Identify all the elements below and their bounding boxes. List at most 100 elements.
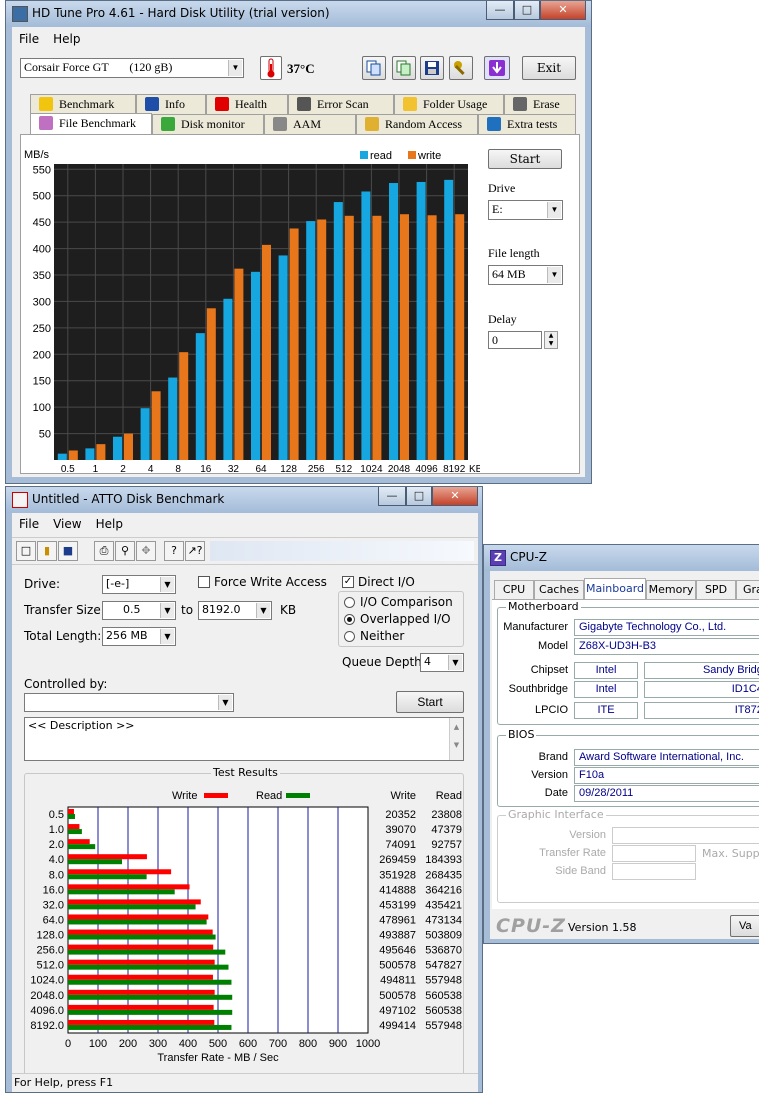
total-length-select[interactable]: 256 MB ▼ bbox=[102, 627, 176, 646]
lpcio-vendor: ITE bbox=[574, 702, 638, 719]
cpuz-tab-memory[interactable]: Memory bbox=[646, 580, 696, 599]
validate-button[interactable]: Va bbox=[730, 915, 759, 937]
drive-select[interactable]: [-e-] ▼ bbox=[102, 575, 176, 594]
disk-select[interactable]: Corsair Force GT (120 gB) ▼ bbox=[20, 58, 244, 78]
file-length-select[interactable]: 64 MB ▼ bbox=[488, 265, 563, 285]
minimize-button[interactable]: — bbox=[486, 1, 514, 20]
bar-read bbox=[416, 181, 426, 460]
bar-write bbox=[68, 914, 209, 920]
tab-extra-tests[interactable]: Extra tests bbox=[478, 114, 576, 134]
read-value: 473134 bbox=[425, 914, 462, 926]
read-value: 435421 bbox=[425, 899, 462, 911]
chevron-down-icon: ▼ bbox=[448, 655, 462, 670]
direct-io-checkbox[interactable]: ✓ bbox=[342, 576, 354, 588]
menu-help[interactable]: Help bbox=[89, 515, 130, 533]
kb-label: KB bbox=[280, 603, 297, 617]
new-file-icon[interactable]: □ bbox=[16, 541, 36, 561]
hdtune-titlebar[interactable]: HD Tune Pro 4.61 - Hard Disk Utility (tr… bbox=[6, 1, 591, 27]
tab-file-benchmark[interactable]: File Benchmark bbox=[30, 113, 152, 135]
exit-button[interactable]: Exit bbox=[522, 56, 576, 80]
tab-label: Benchmark bbox=[59, 97, 115, 111]
controlled-by-select[interactable]: ▼ bbox=[24, 693, 234, 712]
y-tick-label: 150 bbox=[33, 376, 51, 388]
total-length-label: Total Length: bbox=[24, 629, 102, 643]
context-help-icon[interactable]: ↗? bbox=[185, 541, 205, 561]
status-bar: For Help, press F1 bbox=[12, 1073, 478, 1091]
start-button[interactable]: Start bbox=[396, 691, 464, 713]
copy-screenshot-button[interactable] bbox=[392, 56, 416, 80]
delay-spinner[interactable]: ▲ ▼ bbox=[544, 331, 558, 349]
cpuz-tab-spd[interactable]: SPD bbox=[696, 580, 736, 599]
neither-radio[interactable] bbox=[344, 631, 355, 642]
io-comparison-radio[interactable] bbox=[344, 597, 355, 608]
bar-write bbox=[68, 884, 190, 890]
save-icon[interactable]: ■ bbox=[58, 541, 78, 561]
cpuz-tab-cpu[interactable]: CPU bbox=[494, 580, 534, 599]
cpuz-titlebar[interactable]: Z CPU-Z bbox=[484, 545, 759, 571]
tab-aam[interactable]: AAM bbox=[264, 114, 356, 134]
start-button[interactable]: Start bbox=[488, 149, 562, 169]
menu-view[interactable]: View bbox=[46, 515, 88, 533]
open-folder-icon[interactable]: ▮ bbox=[37, 541, 57, 561]
transfer-to-value: 8192.0 bbox=[202, 603, 241, 616]
cpuz-tab-mainboard[interactable]: Mainboard bbox=[584, 578, 646, 600]
menu-help[interactable]: Help bbox=[46, 30, 87, 48]
help-icon[interactable]: ? bbox=[164, 541, 184, 561]
print-preview-icon[interactable]: ⚲ bbox=[115, 541, 135, 561]
move-icon[interactable]: ✥ bbox=[136, 541, 156, 561]
drive-select[interactable]: E: ▼ bbox=[488, 200, 563, 220]
save-button[interactable] bbox=[420, 56, 444, 80]
read-value: 364216 bbox=[425, 884, 462, 896]
menu-file[interactable]: File bbox=[12, 30, 46, 48]
tab-disk-monitor[interactable]: Disk monitor bbox=[152, 114, 264, 134]
bar-write bbox=[68, 809, 74, 814]
tab-info[interactable]: Info bbox=[136, 94, 206, 114]
minimize-button[interactable]: — bbox=[378, 487, 406, 506]
cpuz-tab-graphics[interactable]: Gra bbox=[736, 580, 759, 599]
cpuz-tab-caches[interactable]: Caches bbox=[534, 580, 584, 599]
maximize-button[interactable]: □ bbox=[514, 1, 540, 20]
bar-write bbox=[289, 228, 299, 460]
atto-app-icon bbox=[12, 492, 28, 508]
bar-read bbox=[361, 191, 371, 460]
tab-health[interactable]: Health bbox=[206, 94, 288, 114]
tab-folder-usage[interactable]: Folder Usage bbox=[394, 94, 504, 114]
tab-benchmark[interactable]: Benchmark bbox=[30, 94, 136, 114]
close-button[interactable]: ✕ bbox=[540, 1, 586, 20]
y-tick-label: 512.0 bbox=[36, 960, 64, 972]
x-tick-label: 2 bbox=[120, 464, 126, 474]
y-tick-label: 32.0 bbox=[43, 899, 64, 911]
close-button[interactable]: ✕ bbox=[432, 487, 478, 506]
copy-text-button[interactable] bbox=[362, 56, 386, 80]
options-button[interactable] bbox=[449, 56, 473, 80]
y-tick-label: 8192.0 bbox=[30, 1020, 64, 1032]
queue-depth-select[interactable]: 4 ▼ bbox=[420, 653, 464, 672]
y-tick-label: 300 bbox=[33, 296, 51, 308]
force-write-checkbox[interactable] bbox=[198, 576, 210, 588]
print-icon[interactable]: ⎙ bbox=[94, 541, 114, 561]
y-tick-label: 200 bbox=[33, 349, 51, 361]
description-scrollbar[interactable]: ▲ ▼ bbox=[449, 718, 463, 760]
maximize-button[interactable]: □ bbox=[406, 487, 432, 506]
bar-read bbox=[195, 333, 205, 460]
read-value: 536870 bbox=[425, 945, 462, 957]
y-tick-label: 550 bbox=[33, 164, 51, 176]
tab-erase[interactable]: Erase bbox=[504, 94, 576, 114]
tab-random-access[interactable]: Random Access bbox=[356, 114, 478, 134]
description-box[interactable]: << Description >> ▲ ▼ bbox=[24, 717, 464, 761]
y-tick-label: 16.0 bbox=[43, 884, 64, 896]
atto-titlebar[interactable]: Untitled - ATTO Disk Benchmark — □ ✕ bbox=[6, 487, 482, 513]
transfer-to-select[interactable]: 8192.0 ▼ bbox=[198, 601, 272, 620]
transfer-from-select[interactable]: 0.5 ▼ bbox=[102, 601, 176, 620]
atto-title: Untitled - ATTO Disk Benchmark bbox=[32, 492, 225, 506]
tab-error-scan[interactable]: Error Scan bbox=[288, 94, 394, 114]
hdtune-title: HD Tune Pro 4.61 - Hard Disk Utility (tr… bbox=[32, 6, 330, 20]
overlapped-io-radio[interactable] bbox=[344, 614, 355, 625]
download-button[interactable] bbox=[484, 56, 510, 80]
read-value: 560538 bbox=[425, 1005, 462, 1017]
write-value: 414888 bbox=[379, 884, 416, 896]
status-text: For Help, press F1 bbox=[14, 1076, 114, 1089]
menu-file[interactable]: File bbox=[12, 515, 46, 533]
delay-input[interactable]: 0 bbox=[488, 331, 542, 349]
wrench-icon bbox=[454, 61, 465, 75]
